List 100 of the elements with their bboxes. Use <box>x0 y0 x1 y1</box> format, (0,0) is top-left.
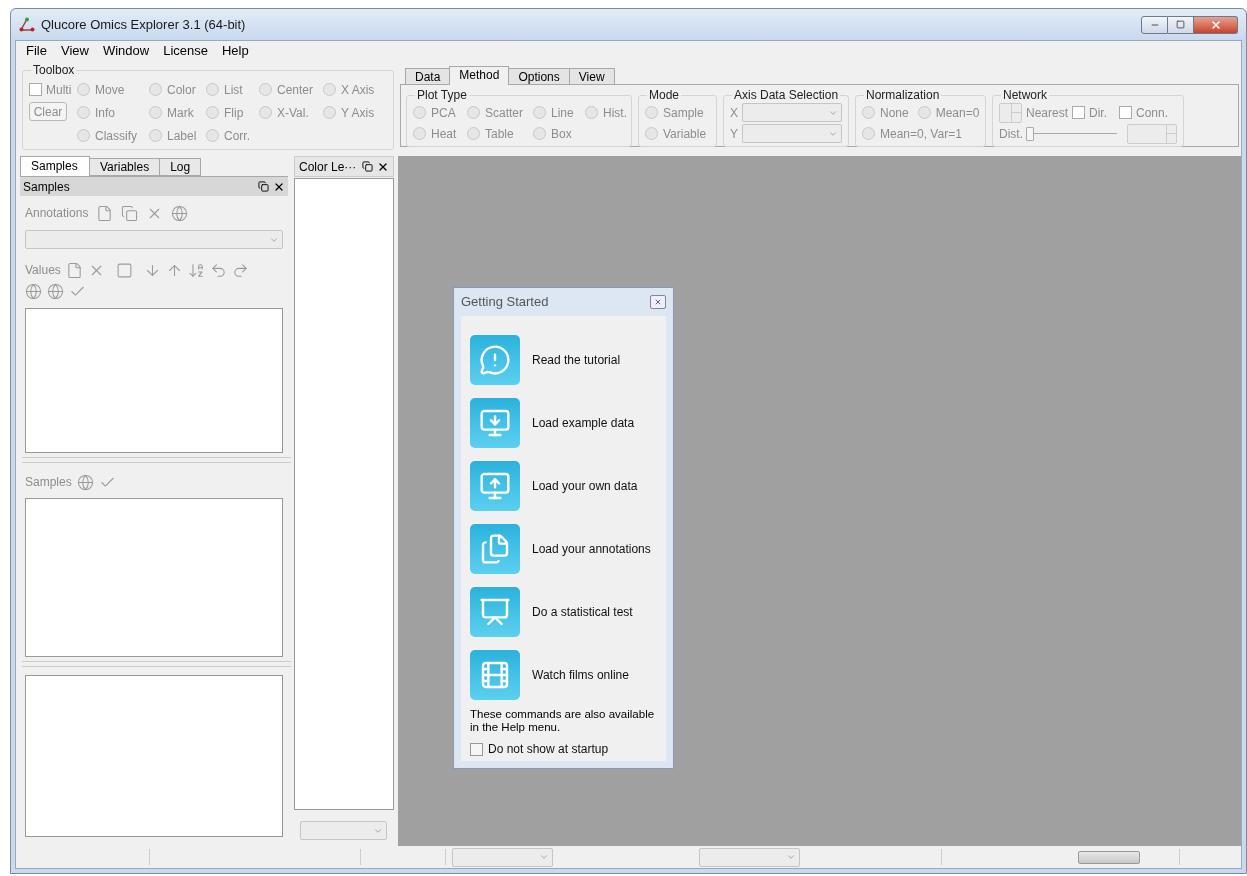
dist-label: Dist. <box>999 125 1023 143</box>
new-file-icon[interactable] <box>65 261 83 279</box>
command-link[interactable]: Do a statistical test <box>470 580 657 643</box>
radio-option[interactable]: Hist. <box>585 102 635 123</box>
dist-slider[interactable] <box>1026 126 1118 141</box>
command-link[interactable]: Load your own data <box>470 454 657 517</box>
radio-option[interactable]: PCA <box>413 102 467 123</box>
radio-option[interactable]: X-Val. <box>259 102 323 123</box>
radio-option[interactable]: Sample <box>645 102 710 123</box>
spin-box[interactable] <box>999 102 1022 123</box>
caret-icon <box>539 852 549 862</box>
speech-bubble-icon <box>470 334 520 385</box>
radio-option[interactable]: Y Axis <box>323 102 387 123</box>
menu-item[interactable]: File <box>26 41 47 61</box>
radio-option[interactable]: Heat <box>413 123 467 144</box>
presentation-chart-icon <box>470 586 520 637</box>
checkbox-option[interactable]: Dir. <box>1072 103 1108 122</box>
monitor-upload-icon <box>470 460 520 511</box>
radio-option[interactable]: Mean=0, Var=1 <box>862 123 962 144</box>
axis-dropdown[interactable] <box>741 124 842 143</box>
radio-option[interactable]: Info <box>77 102 149 123</box>
documents-icon <box>470 523 520 574</box>
close-button[interactable] <box>650 295 666 309</box>
close-button[interactable] <box>1194 15 1238 34</box>
list-box[interactable] <box>25 308 283 453</box>
maximize-icon <box>1176 20 1185 29</box>
command-link[interactable]: Load example data <box>470 391 657 454</box>
tab[interactable]: Log <box>159 158 202 176</box>
samples-label: Samples <box>25 474 72 491</box>
minimize-button[interactable] <box>1141 15 1168 34</box>
panel-title: Samples <box>23 178 70 196</box>
radio-option[interactable]: None <box>862 102 909 123</box>
film-icon <box>470 649 520 700</box>
radio-option[interactable]: Corr. <box>206 125 259 146</box>
annotations-dropdown[interactable] <box>25 230 283 249</box>
radio-option[interactable]: Line <box>533 102 585 123</box>
undock-icon[interactable] <box>258 181 269 192</box>
redo-icon[interactable] <box>231 261 249 279</box>
menu-item[interactable]: Window <box>102 41 150 61</box>
new-file-icon[interactable] <box>96 204 114 222</box>
radio-option[interactable]: X Axis <box>323 79 387 100</box>
radio-option[interactable]: Flip <box>206 102 259 123</box>
globe-icon[interactable] <box>25 283 42 300</box>
menu-item[interactable]: Help <box>221 41 249 61</box>
square-icon[interactable] <box>115 261 133 279</box>
menu-item[interactable]: License <box>163 41 208 61</box>
checkbox-option[interactable]: Do not show at startup <box>470 740 657 758</box>
status-dropdown[interactable] <box>452 847 553 867</box>
group-title: Toolbox <box>31 63 77 77</box>
undo-icon[interactable] <box>209 261 227 279</box>
radio-option[interactable]: Scatter <box>467 102 533 123</box>
tab[interactable]: Method <box>449 66 510 85</box>
close-icon <box>1209 18 1222 31</box>
radio-option[interactable]: Mark <box>149 102 206 123</box>
radio-option[interactable]: Classify <box>77 125 149 146</box>
radio-option[interactable]: Color <box>149 79 206 100</box>
command-link[interactable]: Watch films online <box>470 643 657 706</box>
checkbox-option[interactable]: Conn. <box>1119 103 1169 122</box>
globe-icon[interactable] <box>76 473 94 491</box>
caret-icon <box>786 852 796 862</box>
status-dropdown[interactable] <box>699 847 800 867</box>
app-logo-icon <box>19 16 35 33</box>
close-icon <box>654 298 662 306</box>
tab[interactable]: Variables <box>89 158 161 176</box>
radio-option[interactable]: Table <box>467 123 533 144</box>
globe-icon[interactable] <box>47 283 64 300</box>
tab[interactable]: Samples <box>20 156 90 176</box>
group-title: Axis Data Selection <box>732 88 841 102</box>
group-title: Network <box>1001 88 1049 102</box>
radio-option[interactable]: Variable <box>645 123 710 144</box>
annotations-label: Annotations <box>25 205 89 222</box>
command-link[interactable]: Load your annotations <box>470 517 657 580</box>
sort-icon[interactable] <box>187 261 205 279</box>
dialog-title: Getting Started <box>461 293 549 312</box>
slider-thumb[interactable] <box>1026 126 1034 141</box>
group-title: Plot Type <box>415 88 469 102</box>
radio-option[interactable]: Center <box>259 79 323 100</box>
menu-item[interactable]: View <box>60 41 89 61</box>
monitor-download-icon <box>470 397 520 448</box>
clear-button[interactable]: Clear <box>29 102 67 121</box>
undock-icon[interactable] <box>362 161 373 172</box>
legend-dropdown[interactable] <box>300 821 387 840</box>
command-link[interactable]: Read the tutorial <box>470 328 657 391</box>
maximize-button[interactable] <box>1168 15 1194 34</box>
radio-option[interactable]: Move <box>77 79 149 100</box>
checkbox-option[interactable]: Multi <box>29 80 72 99</box>
spin-box[interactable] <box>1127 123 1177 144</box>
radio-option[interactable]: List <box>206 79 259 100</box>
radio-option[interactable]: Label <box>149 125 206 146</box>
radio-option[interactable]: Box <box>533 123 585 144</box>
list-box[interactable] <box>25 498 283 657</box>
copy-icon[interactable] <box>121 204 139 222</box>
axis-label: Y <box>730 125 739 143</box>
nearest-label: Nearest <box>1026 104 1069 122</box>
status-button[interactable] <box>1078 850 1140 864</box>
globe-icon[interactable] <box>171 204 189 222</box>
axis-label: X <box>730 104 739 122</box>
radio-option[interactable]: Mean=0 <box>917 102 980 123</box>
axis-dropdown[interactable] <box>741 103 842 122</box>
values-label: Values <box>25 262 61 279</box>
